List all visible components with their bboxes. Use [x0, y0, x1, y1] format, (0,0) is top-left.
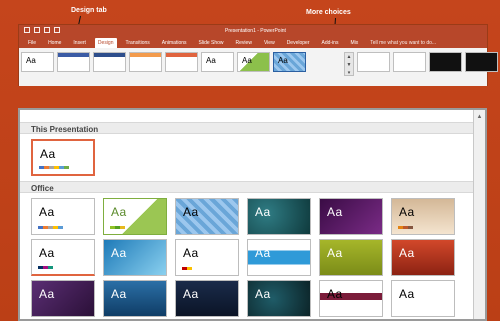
ribbon-theme-8[interactable]: Aa [273, 52, 306, 72]
theme-droplet[interactable]: Aa [247, 280, 311, 317]
ribbon-theme-3[interactable] [93, 52, 126, 72]
tab-home[interactable]: Home [45, 38, 64, 48]
tab-file[interactable]: File [25, 38, 39, 48]
window-title: Presentation1 - PowerPoint [225, 28, 286, 34]
ribbon-theme-6[interactable]: Aa [201, 52, 234, 72]
ribbon-variant-1[interactable] [357, 52, 390, 72]
theme-strip: Aa Aa Aa Aa [21, 52, 306, 72]
present-icon[interactable] [54, 27, 60, 33]
gallery-scrollbar[interactable]: ▲ [473, 110, 485, 319]
theme-parallax[interactable]: Aa [31, 280, 95, 317]
theme-savon[interactable]: Aa [319, 280, 383, 317]
tab-design[interactable]: Design [94, 37, 117, 48]
theme-organic[interactable]: Aa [319, 198, 383, 235]
tab-review[interactable]: Review [233, 38, 255, 48]
theme-celestial[interactable]: Aa [319, 239, 383, 276]
variant-strip [357, 52, 498, 72]
title-bar: Presentation1 - PowerPoint [19, 25, 487, 37]
section-office: Office [20, 181, 475, 193]
ribbon-theme-2[interactable] [57, 52, 90, 72]
theme-badge[interactable]: Aa [391, 280, 455, 317]
ribbon-variant-2[interactable] [393, 52, 426, 72]
gallery-more-button[interactable]: ▲ ▼ ▾ [344, 52, 354, 76]
tab-transitions[interactable]: Transitions [123, 38, 153, 48]
chevron-down-icon: ▼ [346, 62, 352, 68]
tab-slide-show[interactable]: Slide Show [196, 38, 227, 48]
theme-slice[interactable]: Aa [31, 239, 95, 276]
theme-current[interactable]: Aa [31, 139, 95, 176]
theme-ion-boardroom[interactable]: Aa [247, 198, 311, 235]
ribbon-tabs: File Home Insert Design Transitions Anim… [19, 37, 487, 48]
theme-retrospect[interactable]: Aa [391, 198, 455, 235]
tab-add-ins[interactable]: Add-ins [318, 38, 341, 48]
powerpoint-window: Presentation1 - PowerPoint File Home Ins… [18, 24, 498, 86]
theme-office[interactable]: Aa [31, 198, 95, 235]
scroll-up-icon[interactable]: ▲ [476, 114, 483, 121]
quick-access-toolbar [24, 27, 60, 33]
tab-developer[interactable]: Developer [284, 38, 313, 48]
tab-mix[interactable]: Mix [347, 38, 361, 48]
ribbon-design: Aa Aa Aa Aa ▲ ▼ ▾ [19, 48, 498, 86]
theme-basis[interactable]: Aa [247, 239, 311, 276]
save-icon[interactable] [24, 27, 30, 33]
ribbon-variant-3[interactable] [429, 52, 462, 72]
callout-more-choices: More choices [306, 9, 351, 16]
redo-icon[interactable] [44, 27, 50, 33]
tab-insert[interactable]: Insert [70, 38, 89, 48]
tab-animations[interactable]: Animations [159, 38, 190, 48]
tell-me-box[interactable]: Tell me what you want to do... [370, 40, 436, 46]
callout-design-tab: Design tab [71, 7, 107, 14]
more-choices-icon: ▾ [347, 70, 351, 76]
ribbon-theme-5[interactable] [165, 52, 198, 72]
ribbon-theme-4[interactable] [129, 52, 162, 72]
ribbon-variant-4[interactable] [465, 52, 498, 72]
theme-facet[interactable]: Aa [103, 198, 167, 235]
theme-integral[interactable]: Aa [175, 198, 239, 235]
section-this-presentation: This Presentation [20, 122, 475, 134]
theme-wisp[interactable]: Aa [103, 239, 167, 276]
ribbon-theme-1[interactable]: Aa [21, 52, 54, 72]
chevron-up-icon: ▲ [346, 54, 352, 60]
theme-gallery: This Presentation Aa Office Aa Aa Aa Aa … [18, 108, 487, 321]
theme-banded[interactable]: Aa [175, 239, 239, 276]
slide-background: Design tab More choices Presentation1 - … [0, 0, 500, 321]
ribbon-theme-7[interactable]: Aa [237, 52, 270, 72]
theme-dividend[interactable]: Aa [391, 239, 455, 276]
theme-vapor[interactable]: Aa [175, 280, 239, 317]
theme-mesh[interactable]: Aa [103, 280, 167, 317]
undo-icon[interactable] [34, 27, 40, 33]
tab-view[interactable]: View [261, 38, 278, 48]
